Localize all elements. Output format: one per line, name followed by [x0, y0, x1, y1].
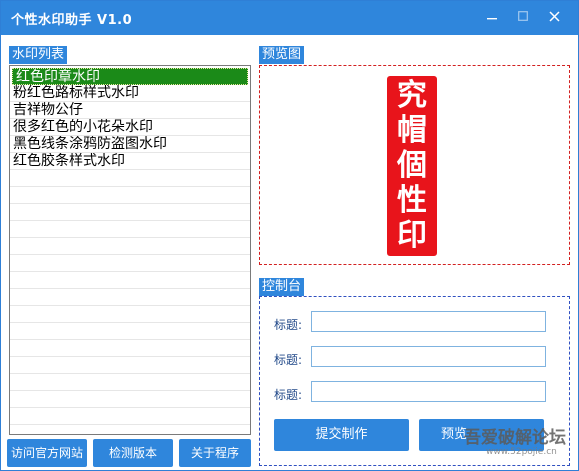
list-item-empty	[10, 255, 250, 272]
red-seal-stamp-image: 究 帽 個 性 印	[387, 76, 437, 256]
stamp-char: 究	[397, 78, 427, 113]
stamp-char: 個	[397, 148, 427, 183]
list-item-empty	[10, 391, 250, 408]
list-item-empty	[10, 170, 250, 187]
visit-website-button[interactable]: 访问官方网站	[7, 439, 87, 467]
list-item-empty	[10, 408, 250, 425]
list-item-empty	[10, 221, 250, 238]
stamp-char: 帽	[397, 113, 427, 148]
close-icon[interactable]	[539, 1, 569, 35]
preview-area: 究 帽 個 性 印	[259, 65, 570, 265]
title-bar[interactable]: 个性水印助手 V1.0	[1, 1, 578, 35]
list-item-empty	[10, 306, 250, 323]
stamp-char: 性	[397, 183, 427, 218]
list-item[interactable]: 黑色线条涂鸦防盗图水印	[10, 136, 250, 153]
about-button[interactable]: 关于程序	[179, 439, 251, 467]
list-item-selected[interactable]: 红色印章水印	[12, 68, 248, 85]
list-item-empty	[10, 187, 250, 204]
app-window: 个性水印助手 V1.0 水印列表 红色印章水印 粉红色路标样式水印 吉祥物公仔 …	[0, 0, 579, 471]
forum-watermark-url: www.52pojie.cn	[486, 447, 557, 457]
list-item-empty	[10, 238, 250, 255]
list-item-empty	[10, 323, 250, 340]
list-item-empty	[10, 204, 250, 221]
list-item-empty	[10, 272, 250, 289]
title-field-label: 标题:	[274, 318, 303, 332]
list-item-empty	[10, 289, 250, 306]
list-item-empty	[10, 374, 250, 391]
check-version-button[interactable]: 检测版本	[93, 439, 173, 467]
watermark-list[interactable]: 红色印章水印 粉红色路标样式水印 吉祥物公仔 很多红色的小花朵水印 黑色线条涂鸦…	[9, 65, 251, 435]
preview-group-label: 预览图	[259, 46, 305, 64]
list-item[interactable]: 粉红色路标样式水印	[10, 85, 250, 102]
list-item-empty	[10, 340, 250, 357]
maximize-icon[interactable]	[508, 1, 538, 35]
title-field-label: 标题:	[274, 388, 303, 402]
list-item[interactable]: 红色胶条样式水印	[10, 153, 250, 170]
list-item[interactable]: 吉祥物公仔	[10, 102, 250, 119]
title-input-2[interactable]	[311, 346, 546, 367]
forum-watermark-text: 吾爱破解论坛	[464, 428, 566, 448]
list-item-empty	[10, 357, 250, 374]
forum-watermark: 吾爱破解论坛 www.52pojie.cn	[464, 423, 574, 463]
title-input-1[interactable]	[311, 311, 546, 332]
list-item[interactable]: 很多红色的小花朵水印	[10, 119, 250, 136]
minimize-icon[interactable]	[477, 1, 507, 35]
stamp-char: 印	[397, 218, 427, 253]
window-title: 个性水印助手 V1.0	[11, 13, 133, 28]
title-field-label: 标题:	[274, 353, 303, 367]
control-group-label: 控制台	[259, 278, 305, 296]
title-input-3[interactable]	[311, 381, 546, 402]
list-group-label: 水印列表	[9, 46, 68, 64]
submit-button[interactable]: 提交制作	[274, 419, 409, 451]
